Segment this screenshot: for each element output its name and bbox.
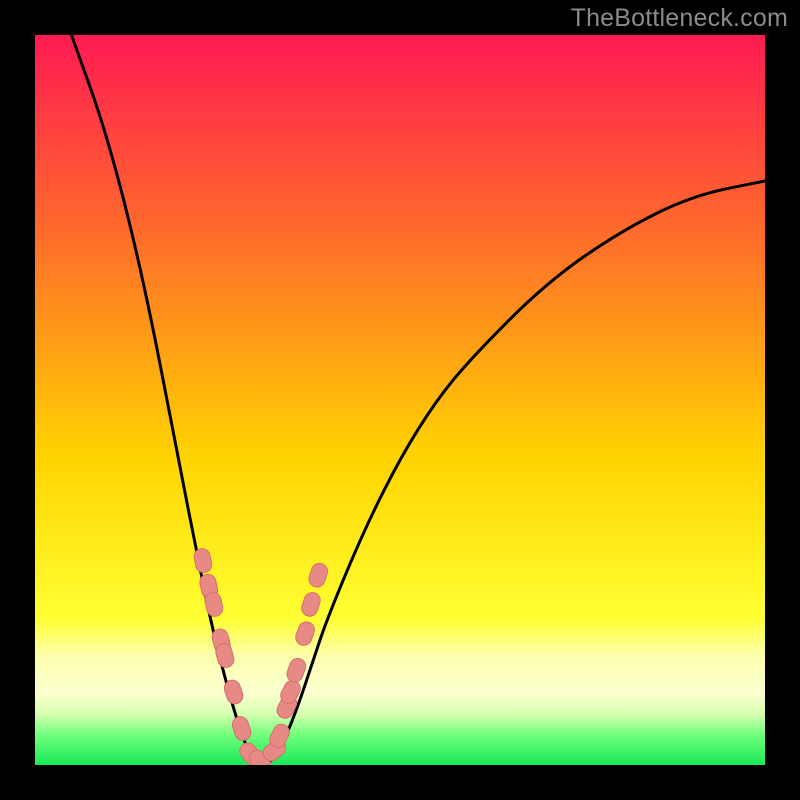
plot-area [35, 35, 765, 765]
curve-marker [293, 620, 316, 648]
curve-marker [230, 715, 253, 743]
chart-frame: TheBottleneck.com [0, 0, 800, 800]
curve-marker [285, 656, 308, 684]
watermark-text: TheBottleneck.com [571, 4, 788, 33]
bottleneck-curve [35, 35, 765, 765]
curve-marker [307, 561, 330, 589]
curve-path [72, 35, 766, 765]
curve-marker [203, 591, 224, 618]
curve-marker [193, 547, 213, 574]
curve-marker [300, 590, 323, 618]
